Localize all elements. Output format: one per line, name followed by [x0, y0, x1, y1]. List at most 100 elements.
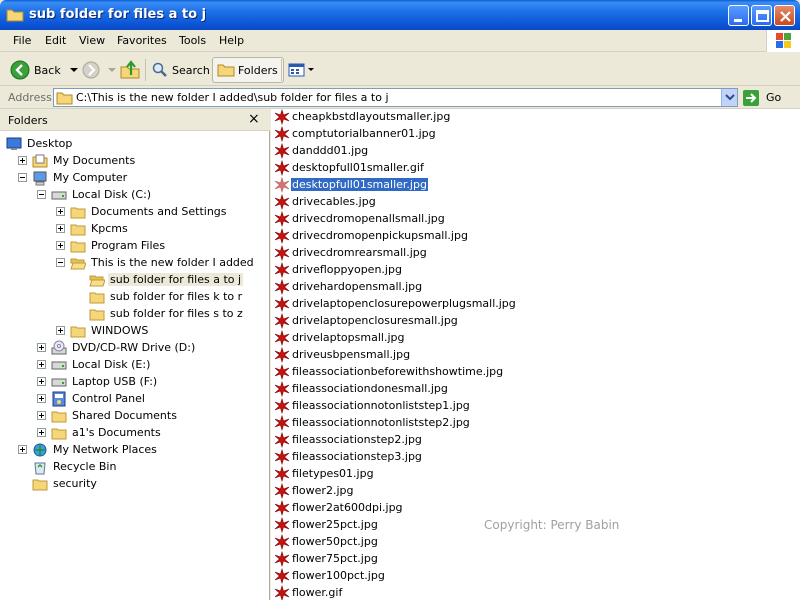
toolbar: Back Search Folders [0, 53, 800, 86]
file-item[interactable]: drivecdromopenallsmall.jpg [274, 210, 446, 227]
expand-icon[interactable] [56, 224, 65, 233]
file-item[interactable]: desktopfull01smaller.gif [274, 159, 425, 176]
minimize-button[interactable] [728, 5, 749, 26]
close-folders-pane-button[interactable]: × [248, 111, 260, 127]
file-item[interactable]: flower50pct.jpg [274, 533, 379, 550]
file-item[interactable]: flower25pct.jpg [274, 516, 379, 533]
collapse-icon[interactable] [37, 190, 46, 199]
file-item[interactable]: fileassociationstep3.jpg [274, 448, 423, 465]
file-item[interactable]: flower.gif [274, 584, 343, 600]
expand-icon[interactable] [37, 343, 46, 352]
expand-icon[interactable] [56, 326, 65, 335]
file-item[interactable]: fileassociationstep2.jpg [274, 431, 423, 448]
tree-item-local-disk-c[interactable]: Local Disk (C:) [37, 186, 153, 203]
tree-item-sub-folder-for-files-k-to-r[interactable]: sub folder for files k to r [75, 288, 244, 305]
file-item[interactable]: driveusbpensmall.jpg [274, 346, 411, 363]
menu-edit[interactable]: Edit [45, 34, 66, 47]
menu-tools[interactable]: Tools [179, 34, 206, 47]
tree-item-kpcms[interactable]: Kpcms [56, 220, 130, 237]
tree-item-a1-s-documents[interactable]: a1's Documents [37, 424, 163, 441]
menu-view[interactable]: View [79, 34, 105, 47]
address-dropdown-button[interactable] [721, 89, 737, 106]
file-item[interactable]: filetypes01.jpg [274, 465, 375, 482]
collapse-icon[interactable] [56, 258, 65, 267]
maximize-button[interactable] [751, 5, 772, 26]
tree-item-documents-and-settings[interactable]: Documents and Settings [56, 203, 229, 220]
file-item[interactable]: drivehardopensmall.jpg [274, 278, 423, 295]
file-item[interactable]: drivefloppyopen.jpg [274, 261, 403, 278]
file-item[interactable]: desktopfull01smaller.jpg [274, 176, 428, 193]
tree-item-this-is-the-new-folder-i-added[interactable]: This is the new folder I added [56, 254, 256, 271]
expand-icon[interactable] [37, 360, 46, 369]
file-item[interactable]: fileassociationnotonliststep1.jpg [274, 397, 471, 414]
tree-item-security[interactable]: security [18, 475, 99, 492]
search-button[interactable]: Search [151, 57, 210, 83]
expand-icon[interactable] [56, 241, 65, 250]
image-file-icon [274, 499, 290, 516]
file-item[interactable]: cheapkbstdlayoutsmaller.jpg [274, 109, 451, 125]
go-button[interactable]: Go [742, 88, 781, 107]
tree-item-my-computer[interactable]: My Computer [18, 169, 129, 186]
menu-file[interactable]: File [13, 34, 31, 47]
expand-icon[interactable] [18, 445, 27, 454]
title-bar[interactable]: sub folder for files a to j [0, 0, 800, 30]
file-item[interactable]: fileassociationbeforewithshowtime.jpg [274, 363, 504, 380]
file-item[interactable]: flower2.jpg [274, 482, 354, 499]
image-file-icon [274, 397, 290, 414]
tree-item-windows[interactable]: WINDOWS [56, 322, 150, 339]
tree-item-recycle-bin[interactable]: Recycle Bin [18, 458, 118, 475]
file-item[interactable]: drivecdromrearsmall.jpg [274, 244, 428, 261]
collapse-icon[interactable] [18, 173, 27, 182]
up-folder-button[interactable] [119, 57, 141, 83]
tree-item-shared-documents[interactable]: Shared Documents [37, 407, 179, 424]
tree-item-local-disk-e[interactable]: Local Disk (E:) [37, 356, 152, 373]
back-button[interactable]: Back [9, 57, 80, 83]
tree-item-control-panel[interactable]: Control Panel [37, 390, 147, 407]
tree-item-sub-folder-for-files-s-to-z[interactable]: sub folder for files s to z [75, 305, 245, 322]
expand-icon[interactable] [18, 156, 27, 165]
close-button[interactable] [774, 5, 795, 26]
folders-pane-title: Folders [8, 114, 48, 127]
expand-icon[interactable] [37, 428, 46, 437]
toolbar-separator [145, 59, 146, 81]
file-item[interactable]: drivelaptopsmall.jpg [274, 329, 405, 346]
tree-item-label: My Network Places [53, 443, 157, 456]
file-item[interactable]: drivecables.jpg [274, 193, 377, 210]
expand-icon[interactable] [56, 207, 65, 216]
folder-icon [70, 323, 86, 339]
tree-item-my-network-places[interactable]: My Network Places [18, 441, 159, 458]
folders-button[interactable]: Folders [212, 57, 284, 83]
menu-favorites[interactable]: Favorites [117, 34, 167, 47]
image-file-icon [274, 193, 290, 210]
forward-button[interactable] [80, 57, 118, 83]
views-button[interactable] [287, 57, 315, 83]
tree-item-dvd-cd-rw-drive-d[interactable]: DVD/CD-RW Drive (D:) [37, 339, 197, 356]
file-item[interactable]: fileassociationnotonliststep2.jpg [274, 414, 471, 431]
tree-item-sub-folder-for-files-a-to-j[interactable]: sub folder for files a to j [75, 271, 244, 288]
file-item[interactable]: flower100pct.jpg [274, 567, 386, 584]
dropdown-arrow-icon [69, 68, 78, 72]
expand-icon[interactable] [37, 394, 46, 403]
file-item[interactable]: comptutorialbanner01.jpg [274, 125, 437, 142]
menu-help[interactable]: Help [219, 34, 244, 47]
file-item[interactable]: flower2at600dpi.jpg [274, 499, 404, 516]
tree-item-label: Program Files [91, 239, 166, 252]
tree-item-program-files[interactable]: Program Files [56, 237, 167, 254]
tree-item-laptop-usb-f[interactable]: Laptop USB (F:) [37, 373, 159, 390]
file-item[interactable]: fileassociationdonesmall.jpg [274, 380, 449, 397]
expand-icon[interactable] [37, 411, 46, 420]
hard-drive-icon [51, 187, 67, 203]
address-input[interactable]: C:\This is the new folder I added\sub fo… [53, 88, 738, 107]
tree-item-my-documents[interactable]: My Documents [18, 152, 137, 169]
file-item[interactable]: drivecdromopenpickupsmall.jpg [274, 227, 469, 244]
image-file-icon [274, 109, 290, 125]
file-item[interactable]: drivelaptopenclosuresmall.jpg [274, 312, 459, 329]
file-item[interactable]: flower75pct.jpg [274, 550, 379, 567]
file-item[interactable]: danddd01.jpg [274, 142, 369, 159]
file-name: cheapkbstdlayoutsmaller.jpg [292, 110, 451, 123]
expand-icon[interactable] [37, 377, 46, 386]
tree-item-desktop[interactable]: Desktop [6, 135, 74, 152]
file-item[interactable]: drivelaptopenclosurepowerplugsmall.jpg [274, 295, 517, 312]
forward-arrow-icon [82, 61, 100, 79]
folders-pane-header: Folders × [0, 109, 270, 131]
